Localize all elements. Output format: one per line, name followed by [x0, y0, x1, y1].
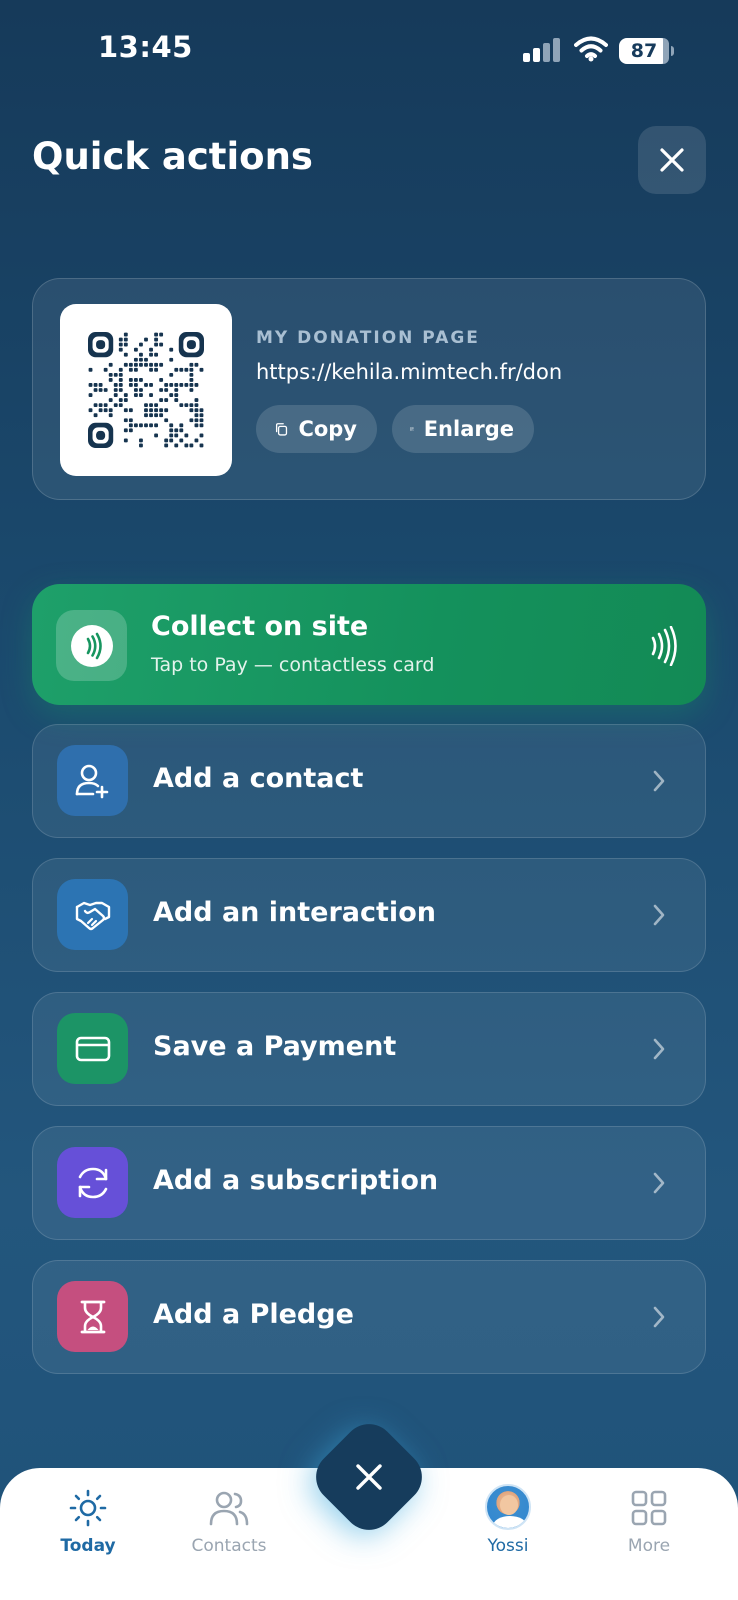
status-time: 13:45	[98, 30, 193, 64]
handshake-icon	[75, 901, 110, 930]
chevron-right-icon	[652, 770, 666, 796]
grid-icon	[631, 1490, 667, 1526]
refresh-icon	[78, 1167, 107, 1198]
hourglass-icon	[80, 1300, 105, 1333]
add-pledge-button[interactable]	[32, 1260, 706, 1374]
add-subscription-icon-box	[57, 1147, 128, 1218]
battery-icon: 87	[619, 38, 674, 64]
contactless-icon	[70, 624, 113, 667]
cellular-signal-icon	[523, 38, 563, 62]
add-pledge-icon-box	[57, 1281, 128, 1352]
nav-today-label: Today	[60, 1536, 116, 1556]
save-payment-label: Save a Payment	[153, 1031, 397, 1062]
add-contact-icon-box	[57, 745, 128, 816]
chevron-right-icon	[652, 1038, 666, 1064]
add-contact-label: Add a contact	[153, 763, 364, 794]
donation-url[interactable]: https://kehila.mimtech.fr/don	[256, 360, 562, 384]
add-subscription-label: Add a subscription	[153, 1165, 439, 1196]
collect-on-site-button[interactable]	[32, 584, 706, 705]
chevron-right-icon	[652, 904, 666, 930]
page-title: Quick actions	[32, 135, 313, 178]
save-payment-icon-box	[57, 1013, 128, 1084]
users-icon	[209, 1491, 249, 1526]
battery-level: 87	[630, 40, 658, 62]
chevron-right-icon	[652, 1306, 666, 1332]
nav-contacts[interactable]: Contacts	[174, 1486, 284, 1556]
donation-page-label: MY DONATION PAGE	[256, 328, 480, 348]
nav-today[interactable]: Today	[33, 1486, 143, 1556]
avatar	[485, 1484, 531, 1530]
nav-profile[interactable]: Yossi	[453, 1482, 563, 1556]
add-contact-button[interactable]	[32, 724, 706, 838]
sun-icon	[69, 1489, 107, 1527]
wifi-icon	[574, 36, 608, 62]
qr-code[interactable]	[60, 304, 232, 476]
nav-more-label: More	[627, 1536, 671, 1556]
card-icon	[75, 1036, 110, 1061]
enlarge-label: Enlarge	[423, 417, 514, 441]
qr-code-icon	[88, 332, 204, 448]
collect-subtitle: Tap to Pay — contactless card	[151, 654, 435, 676]
copy-label: Copy	[298, 417, 357, 441]
add-pledge-label: Add a Pledge	[153, 1299, 354, 1330]
add-interaction-icon-box	[57, 879, 128, 950]
nav-more[interactable]: More	[594, 1486, 704, 1556]
qr-code-icon	[410, 427, 414, 431]
copy-icon	[275, 423, 288, 436]
enlarge-button[interactable]: Enlarge	[392, 405, 534, 453]
nfc-icon	[650, 625, 678, 670]
add-interaction-label: Add an interaction	[153, 897, 436, 928]
chevron-right-icon	[652, 1172, 666, 1198]
close-icon	[660, 148, 684, 172]
collect-title: Collect on site	[151, 611, 369, 642]
close-button[interactable]	[638, 126, 706, 194]
nav-contacts-label: Contacts	[191, 1536, 267, 1556]
contactless-icon-box	[56, 610, 127, 681]
copy-button[interactable]: Copy	[256, 405, 377, 453]
add-user-icon	[75, 764, 108, 798]
nav-profile-label: Yossi	[487, 1536, 529, 1556]
